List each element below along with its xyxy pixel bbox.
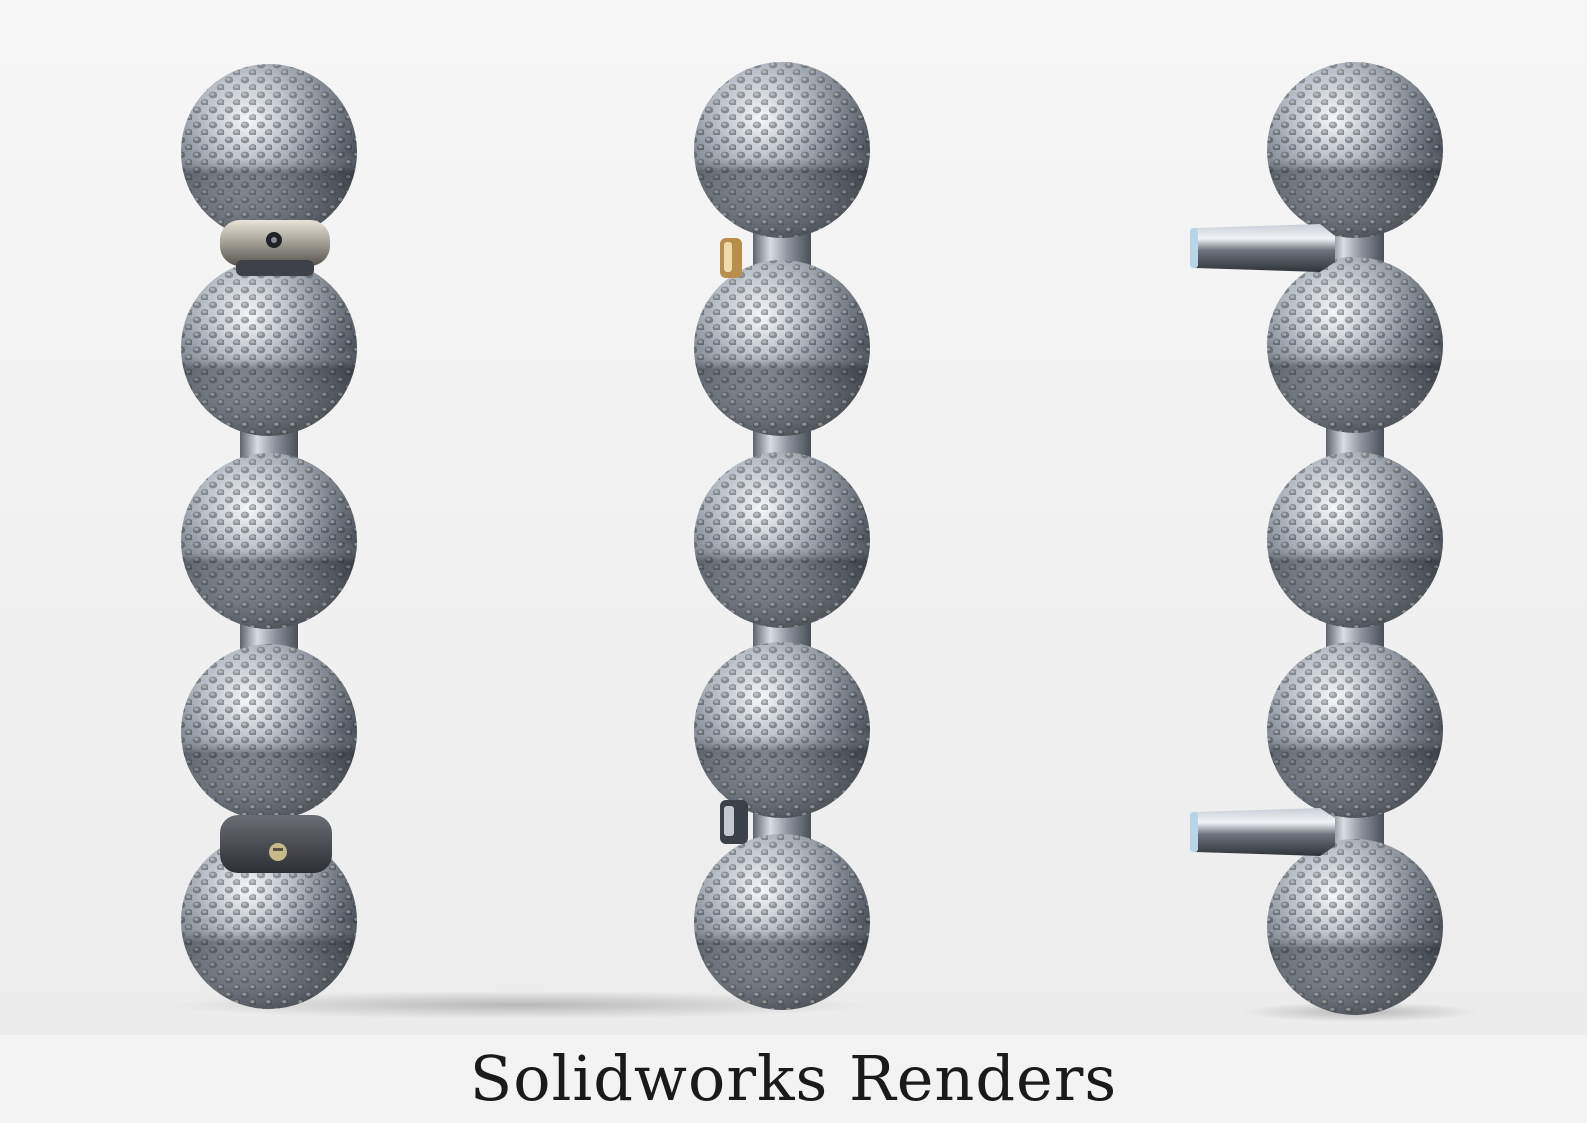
- render-caption: Solidworks Renders: [469, 1042, 1118, 1115]
- golf-ball: [181, 260, 357, 436]
- clamp-ring-top: [220, 220, 330, 276]
- clamp-ring-bottom: [220, 815, 332, 873]
- golf-ball: [181, 644, 357, 820]
- render-scene: [160, 62, 1480, 1022]
- edge-mount-bottom: [720, 800, 748, 844]
- golf-ball: [1267, 642, 1443, 818]
- golf-ball: [1267, 62, 1443, 238]
- standoff-post-bottom: [1190, 808, 1335, 856]
- golf-ball: [694, 834, 870, 1010]
- set-screw-icon: [269, 843, 287, 861]
- edge-mount-top: [720, 238, 742, 278]
- render-view-profile: [1190, 62, 1443, 1015]
- golf-ball: [694, 452, 870, 628]
- render-view-front: [181, 64, 357, 1009]
- golf-ball: [1267, 257, 1443, 433]
- golf-ball: [181, 453, 357, 629]
- golf-ball: [1267, 839, 1443, 1015]
- golf-ball: [181, 64, 357, 240]
- golf-ball: [694, 642, 870, 818]
- golf-ball: [694, 62, 870, 238]
- render-view-side: [694, 62, 870, 1010]
- golf-ball: [694, 260, 870, 436]
- golf-ball: [1267, 452, 1443, 628]
- standoff-post-top: [1190, 224, 1335, 272]
